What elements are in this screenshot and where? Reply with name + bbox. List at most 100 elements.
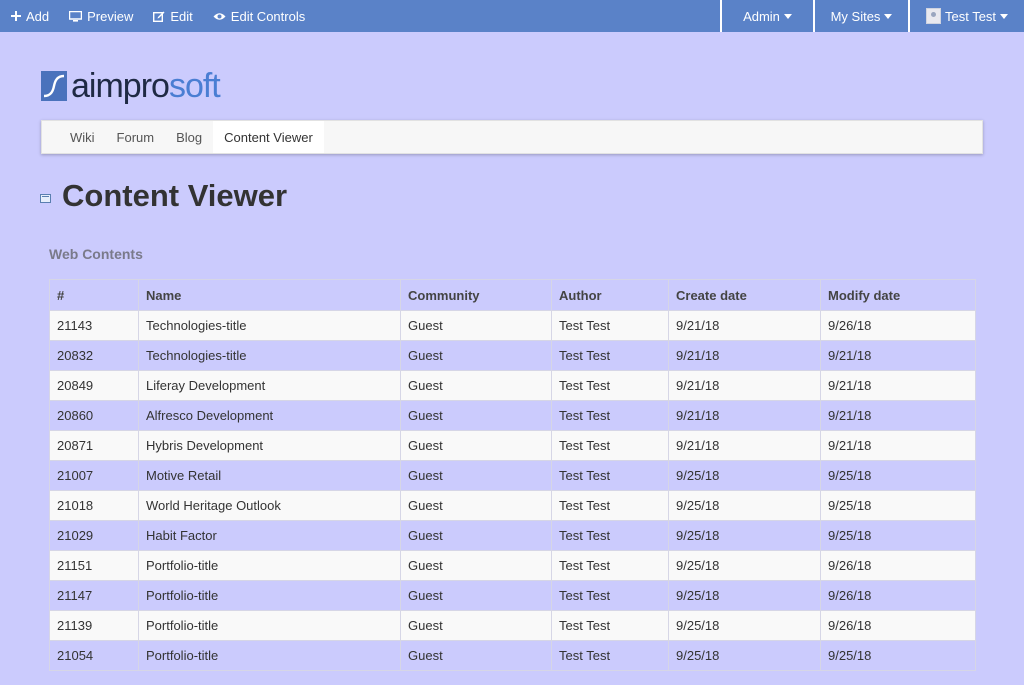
column-header-create-date[interactable]: Create date [668, 279, 821, 311]
cell-community: Guest [400, 580, 552, 611]
edit-label: Edit [170, 8, 193, 24]
cell-create-date: 9/25/18 [668, 460, 821, 491]
cell-name[interactable]: Technologies-title [138, 340, 401, 371]
cell-name[interactable]: Motive Retail [138, 460, 401, 491]
cell-modify-date: 9/25/18 [820, 640, 976, 671]
cell-id: 20849 [49, 370, 139, 401]
cell-create-date: 9/25/18 [668, 490, 821, 521]
table-row[interactable]: 21018 World Heritage Outlook Guest Test Tes… [49, 490, 976, 521]
logo-text-dark: aimpro [71, 67, 170, 105]
my-sites-menu[interactable]: My Sites [813, 0, 908, 32]
cell-author: Test Test [551, 640, 669, 671]
cell-author: Test Test [551, 340, 669, 371]
avatar [925, 8, 941, 24]
section-title: Web Contents [49, 246, 143, 262]
column-header-modify-date[interactable]: Modify date [820, 279, 976, 311]
table-row[interactable]: 20832 Technologies-title Guest Test Test 9/2… [49, 340, 976, 371]
table-row[interactable]: 21139 Portfolio-title Guest Test Test 9/25/1… [49, 610, 976, 641]
cell-author: Test Test [551, 490, 669, 521]
admin-label: Admin [743, 8, 780, 24]
edit-button[interactable]: Edit [142, 0, 201, 32]
table-row[interactable]: 20849 Liferay Development Guest Test Test 9/… [49, 370, 976, 401]
table-row[interactable]: 21143 Technologies-title Guest Test Test 9/2… [49, 310, 976, 341]
cell-create-date: 9/21/18 [668, 340, 821, 371]
admin-menu[interactable]: Admin [720, 0, 813, 32]
user-menu[interactable]: Test Test [908, 0, 1024, 32]
eye-icon [213, 12, 226, 20]
cell-create-date: 9/21/18 [668, 310, 821, 341]
cell-modify-date: 9/21/18 [820, 400, 976, 431]
cell-id: 21018 [49, 490, 139, 521]
preview-button[interactable]: Preview [58, 0, 142, 32]
cell-id: 21007 [49, 460, 139, 491]
column-header-id[interactable]: # [49, 279, 139, 311]
cell-modify-date: 9/26/18 [820, 550, 976, 581]
main-navigation: Wiki Forum Blog Content Viewer [41, 120, 983, 154]
caret-down-icon [783, 13, 792, 19]
table-row[interactable]: 21007 Motive Retail Guest Test Test 9/25/18 9… [49, 460, 976, 491]
edit-icon [153, 11, 165, 22]
cell-modify-date: 9/26/18 [820, 580, 976, 611]
table-row[interactable]: 21029 Habit Factor Guest Test Test 9/25/18 9/… [49, 520, 976, 551]
cell-name[interactable]: Habit Factor [138, 520, 401, 551]
dockbar: Add Preview Edit Edit Controls Admin My … [0, 0, 1024, 32]
cell-name[interactable]: Technologies-title [138, 310, 401, 341]
column-header-community[interactable]: Community [400, 279, 552, 311]
cell-id: 21139 [49, 610, 139, 641]
cell-community: Guest [400, 460, 552, 491]
dockbar-right: Admin My Sites Test Test [720, 0, 1024, 32]
cell-author: Test Test [551, 550, 669, 581]
cell-community: Guest [400, 520, 552, 551]
cell-name[interactable]: World Heritage Outlook [138, 490, 401, 521]
table-row[interactable]: 20871 Hybris Development Guest Test Test 9/2… [49, 430, 976, 461]
cell-name[interactable]: Portfolio-title [138, 580, 401, 611]
cell-name[interactable]: Portfolio-title [138, 610, 401, 641]
cell-name[interactable]: Hybris Development [138, 430, 401, 461]
column-header-name[interactable]: Name [138, 279, 401, 311]
cell-author: Test Test [551, 400, 669, 431]
logo-text-blue: soft [168, 67, 221, 105]
my-sites-label: My Sites [830, 8, 881, 24]
cell-author: Test Test [551, 610, 669, 641]
cell-name[interactable]: Liferay Development [138, 370, 401, 401]
cell-name[interactable]: Portfolio-title [138, 550, 401, 581]
cell-create-date: 9/25/18 [668, 610, 821, 641]
cell-author: Test Test [551, 310, 669, 341]
site-logo[interactable]: aimprosoft [41, 67, 221, 105]
cell-modify-date: 9/21/18 [820, 430, 976, 461]
cell-modify-date: 9/21/18 [820, 340, 976, 371]
cell-author: Test Test [551, 460, 669, 491]
cell-id: 20832 [49, 340, 139, 371]
cell-modify-date: 9/26/18 [820, 310, 976, 341]
cell-community: Guest [400, 310, 552, 341]
table-row[interactable]: 21054 Portfolio-title Guest Test Test 9/25/1… [49, 640, 976, 671]
nav-item-blog[interactable]: Blog [165, 121, 213, 153]
add-label: Add [26, 8, 50, 24]
add-button[interactable]: Add [0, 0, 58, 32]
cell-community: Guest [400, 640, 552, 671]
cell-id: 21054 [49, 640, 139, 671]
cell-create-date: 9/21/18 [668, 400, 821, 431]
cell-create-date: 9/21/18 [668, 430, 821, 461]
table-row[interactable]: 20860 Alfresco Development Guest Test Test 9… [49, 400, 976, 431]
cell-modify-date: 9/25/18 [820, 490, 976, 521]
cell-community: Guest [400, 490, 552, 521]
cell-author: Test Test [551, 370, 669, 401]
cell-name[interactable]: Portfolio-title [138, 640, 401, 671]
cell-id: 21151 [49, 550, 139, 581]
table-header-row: # Name Community Author Create date Modi… [49, 279, 976, 311]
nav-item-wiki[interactable]: Wiki [59, 121, 106, 153]
table-row[interactable]: 21147 Portfolio-title Guest Test Test 9/25/1… [49, 580, 976, 611]
nav-item-forum[interactable]: Forum [106, 121, 166, 153]
nav-item-content-viewer[interactable]: Content Viewer [213, 121, 324, 153]
edit-controls-button[interactable]: Edit Controls [202, 0, 314, 32]
table-row[interactable]: 21151 Portfolio-title Guest Test Test 9/25/1… [49, 550, 976, 581]
dockbar-left: Add Preview Edit Edit Controls [0, 0, 314, 32]
page-title: Content Viewer [62, 178, 288, 213]
cell-modify-date: 9/26/18 [820, 610, 976, 641]
column-header-author[interactable]: Author [551, 279, 669, 311]
cell-name[interactable]: Alfresco Development [138, 400, 401, 431]
cell-community: Guest [400, 340, 552, 371]
plus-icon [11, 11, 21, 21]
monitor-icon [69, 10, 83, 22]
